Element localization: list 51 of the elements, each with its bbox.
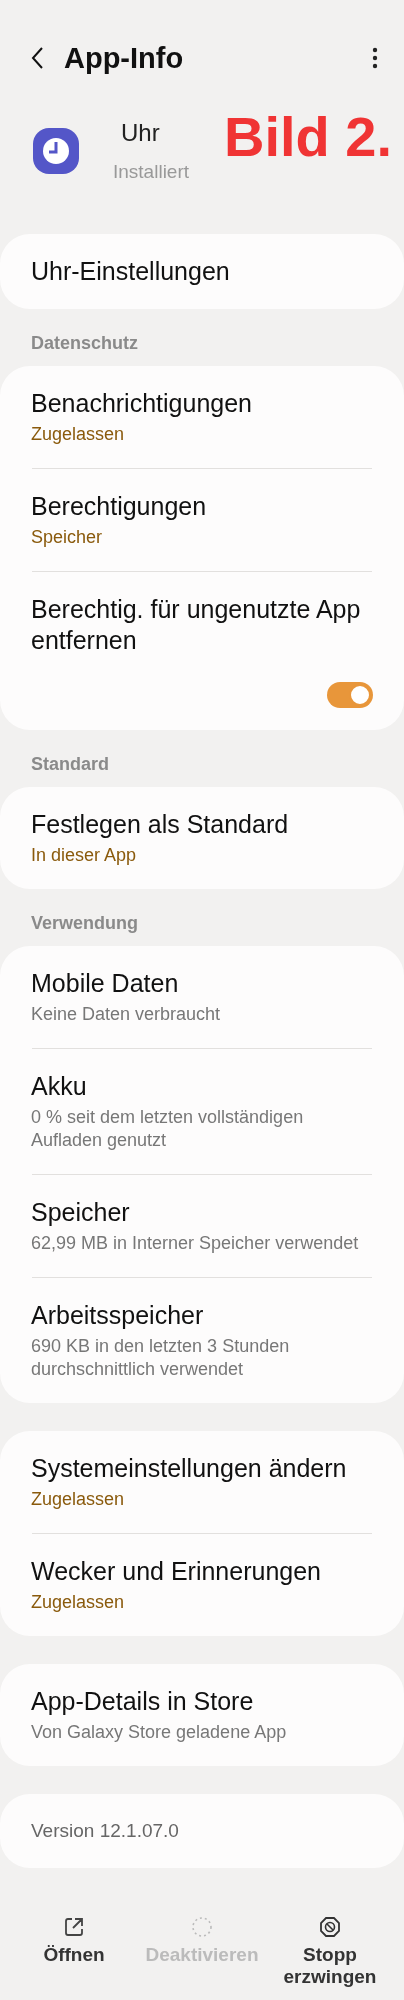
item-title: Uhr-Einstellungen (31, 256, 231, 287)
action-button[interactable]: Stopp erzwingen (270, 1912, 390, 1992)
item-title: App-Details in Store (31, 1686, 255, 1717)
item-subtitle: Von Galaxy Store geladene App (31, 1721, 288, 1744)
clock-app-icon (33, 128, 79, 174)
section-header: Datenschutz (30, 332, 139, 355)
settings-item[interactable]: Mobile Daten Keine Daten verbraucht (22, 946, 382, 1048)
stop-icon (319, 1916, 341, 1938)
item-subtitle: 62,99 MB in Interner Speicher verwendet (31, 1232, 360, 1255)
page-title: App-Info (64, 41, 185, 75)
settings-item[interactable]: App-Details in Store Von Galaxy Store geladene App (22, 1664, 382, 1766)
settings-item[interactable]: Systemeinstellungen ändern Zugelassen (22, 1431, 382, 1533)
item-title: Mobile Daten (31, 968, 180, 999)
section-header: Standard (30, 753, 110, 776)
item-subtitle: Zugelassen (31, 423, 126, 446)
section-header: Verwendung (30, 912, 139, 935)
settings-item[interactable]: Berechtig. für ungenutzte App entfernen (22, 572, 382, 730)
annotation-text: Bild 2. (224, 104, 393, 169)
more-options-icon[interactable] (372, 47, 378, 69)
item-subtitle: 690 KB in den letzten 3 Stunden durchschnittlich verwendet (31, 1335, 291, 1381)
open-external-icon (63, 1916, 85, 1938)
item-title: Benachrichtigungen (31, 388, 253, 419)
item-title: Berechtigungen (31, 491, 208, 522)
item-title: Systemeinstellungen ändern (31, 1453, 348, 1484)
item-title: Berechtig. für ungenutzte App entfernen (31, 594, 362, 656)
dotted-circle-icon (191, 1916, 213, 1938)
settings-item[interactable]: Berechtigungen Speicher (22, 469, 382, 571)
settings-item[interactable]: Speicher 62,99 MB in Interner Speicher verwendet (22, 1175, 382, 1277)
item-subtitle: 0 % seit dem letzten vollständigen Aufladen genutzt (31, 1106, 305, 1152)
settings-item[interactable]: Wecker und Erinnerungen Zugelassen (22, 1534, 382, 1636)
settings-item[interactable]: Benachrichtigungen Zugelassen (22, 366, 382, 468)
item-title: Akku (31, 1071, 88, 1102)
item-title: Speicher (31, 1197, 131, 1228)
item-title: Arbeitsspeicher (31, 1300, 205, 1331)
settings-item[interactable]: Arbeitsspeicher 690 KB in den letzten 3 Stunden durchschnittlich verwendet (22, 1278, 382, 1403)
item-subtitle: Speicher (31, 526, 104, 549)
item-subtitle: Zugelassen (31, 1591, 126, 1614)
version-text: Version 12.1.07.0 (31, 1820, 180, 1842)
item-subtitle: In dieser App (31, 844, 138, 867)
item-title: Festlegen als Standard (31, 809, 290, 840)
toggle-switch[interactable] (327, 682, 373, 708)
install-status: Installiert (113, 161, 190, 183)
item-subtitle: Keine Daten verbraucht (31, 1003, 222, 1026)
back-icon[interactable] (30, 46, 44, 70)
app-name: Uhr (120, 119, 161, 147)
settings-item[interactable]: Uhr-Einstellungen (22, 234, 382, 309)
item-subtitle: Zugelassen (31, 1488, 126, 1511)
action-button[interactable]: Öffnen (14, 1912, 134, 1992)
settings-item[interactable]: Festlegen als Standard In dieser App (22, 787, 382, 889)
item-title: Wecker und Erinnerungen (31, 1556, 322, 1587)
settings-item[interactable]: Akku 0 % seit dem letzten vollständigen Aufladen genutzt (22, 1049, 382, 1174)
